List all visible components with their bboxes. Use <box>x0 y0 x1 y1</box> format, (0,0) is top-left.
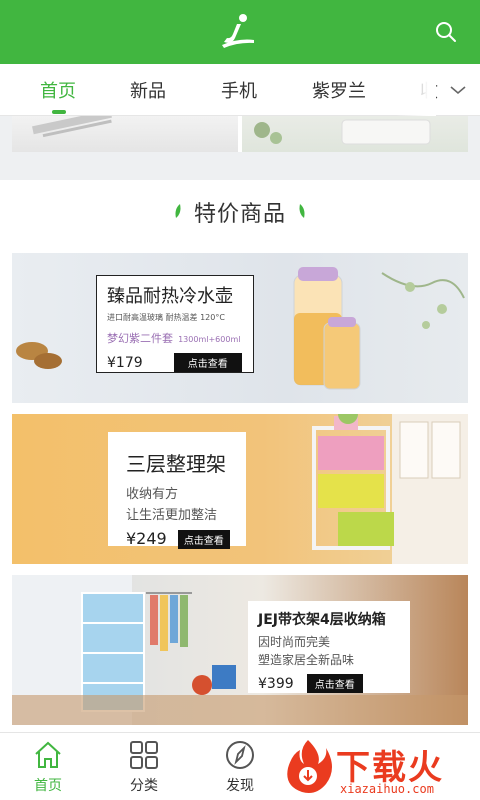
banner-image-right <box>242 116 468 152</box>
app-header <box>0 0 480 64</box>
nav-category-label: 分类 <box>130 778 158 794</box>
promo-card: 三层整理架 收纳有方 让生活更加整洁 ¥249 点击查看 <box>108 432 246 549</box>
watermark-url: xiazaihuo.com <box>340 782 434 796</box>
compass-icon <box>226 741 254 769</box>
view-button[interactable]: 点击查看 <box>177 530 230 549</box>
section-title: 特价商品 <box>193 202 286 227</box>
product-subtitle: 进口耐高温玻璃 耐热温差 120°C <box>107 313 225 322</box>
tab-new[interactable]: 新品 <box>130 77 166 103</box>
special-offer-section: 特价商品 臻品耐热冷水壶 进口耐高温玻璃 耐热温差 120°C 梦幻紫二件套 1… <box>0 180 480 732</box>
promo-banner-storage[interactable]: JEJ带衣架4层收纳箱 因时尚而完美 塑造家居全新品味 ¥399 点击查看 <box>12 575 468 725</box>
app-logo <box>222 14 254 48</box>
active-tab-indicator <box>52 110 66 114</box>
tab-home[interactable]: 首页 <box>40 77 76 103</box>
watermark: 下载火 xiazaihuo.com <box>280 736 480 800</box>
content-scroll[interactable]: 特价商品 臻品耐热冷水壶 进口耐高温玻璃 耐热温差 120°C 梦幻紫二件套 1… <box>0 116 480 732</box>
home-icon <box>35 741 61 768</box>
product-price: ¥249 <box>126 529 167 548</box>
chevron-down-icon[interactable] <box>448 80 468 100</box>
product-title: 三层整理架 <box>126 452 226 476</box>
leaf-icon <box>299 204 305 218</box>
flame-logo-icon <box>287 740 332 793</box>
product-price: ¥399 <box>258 676 294 692</box>
nav-category[interactable]: 分类 <box>109 739 179 795</box>
nav-home-label: 首页 <box>34 778 62 794</box>
view-button[interactable]: 点击查看 <box>306 674 363 693</box>
product-subtitle: 因时尚而完美 <box>258 635 331 649</box>
tabs-fade <box>396 64 436 116</box>
product-subtitle-2: 让生活更加整洁 <box>126 508 218 523</box>
banner-image-left <box>12 116 238 152</box>
product-variant: 梦幻紫二件套 1300ml+600ml <box>107 332 241 345</box>
promo-banner-shelf[interactable]: 三层整理架 收纳有方 让生活更加整洁 ¥249 点击查看 <box>12 414 468 564</box>
product-subtitle-2: 塑造家居全新品味 <box>258 653 355 667</box>
search-icon[interactable] <box>434 20 458 44</box>
product-title: JEJ带衣架4层收纳箱 <box>258 612 386 628</box>
tab-violet[interactable]: 紫罗兰 <box>312 77 366 103</box>
nav-home[interactable]: 首页 <box>13 739 83 795</box>
product-subtitle: 收纳有方 <box>126 487 179 502</box>
category-tabs: 首页 新品 手机 紫罗兰 收 <box>0 64 480 116</box>
tab-phone[interactable]: 手机 <box>221 77 257 103</box>
nav-discover-label: 发现 <box>226 778 254 794</box>
promo-card: JEJ带衣架4层收纳箱 因时尚而完美 塑造家居全新品味 ¥399 点击查看 <box>248 601 410 693</box>
view-button[interactable]: 点击查看 <box>173 353 242 372</box>
grid-icon <box>130 741 158 769</box>
nav-discover[interactable]: 发现 <box>205 739 275 795</box>
promo-banner-kettle[interactable]: 臻品耐热冷水壶 进口耐高温玻璃 耐热温差 120°C 梦幻紫二件套 1300ml… <box>12 253 468 403</box>
promo-card: 臻品耐热冷水壶 进口耐高温玻璃 耐热温差 120°C 梦幻紫二件套 1300ml… <box>96 275 254 373</box>
top-banner[interactable] <box>12 116 468 152</box>
product-price: ¥179 <box>107 355 143 371</box>
product-title: 臻品耐热冷水壶 <box>107 286 233 307</box>
